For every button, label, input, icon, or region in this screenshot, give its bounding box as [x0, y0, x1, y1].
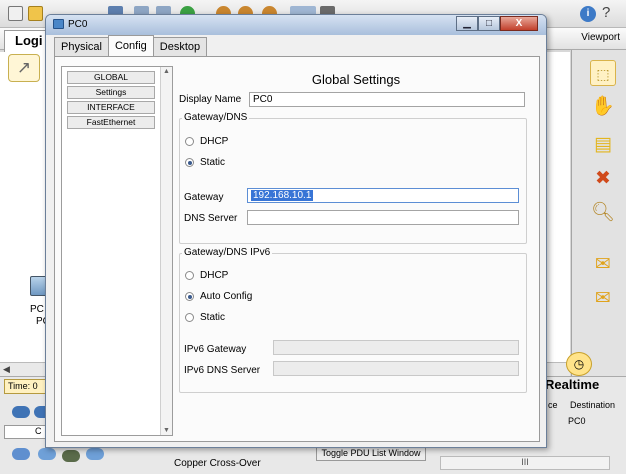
realtime-clock-icon[interactable]: ◷: [566, 352, 592, 376]
ipv6-gateway-label: IPv6 Gateway: [184, 344, 247, 355]
gateway-input[interactable]: 192.168.10.1: [247, 188, 519, 203]
inspect-icon[interactable]: 🔍︎: [590, 200, 616, 226]
gateway-label: Gateway: [184, 192, 224, 203]
pdu-column-header: ce: [548, 400, 558, 410]
nav-item-settings[interactable]: Settings: [67, 86, 155, 99]
time-display: Time: 0: [4, 379, 48, 394]
end-device-icon[interactable]: [12, 448, 30, 460]
ipv6-dhcp-radio[interactable]: [185, 271, 194, 280]
cable-type-label: Copper Cross-Over: [174, 458, 261, 469]
help-question-icon[interactable]: ?: [602, 4, 618, 22]
scroll-up-icon[interactable]: ▲: [163, 68, 170, 75]
pc-window-icon: [53, 19, 64, 29]
move-hand-icon[interactable]: ✋: [590, 94, 616, 120]
dhcp-radio[interactable]: [185, 137, 194, 146]
new-file-icon[interactable]: [8, 6, 23, 21]
delete-icon[interactable]: ✖: [590, 166, 616, 192]
gateway-dns-title: Gateway/DNS: [182, 112, 250, 123]
category-label: C: [4, 425, 46, 439]
minimize-button[interactable]: ▁: [456, 16, 478, 31]
display-name-input[interactable]: [249, 92, 525, 107]
logical-view-icon[interactable]: ↗: [8, 54, 40, 82]
dialog-tabs: Physical Config Desktop: [54, 35, 208, 56]
tab-config[interactable]: Config: [107, 35, 154, 56]
auto-config-label[interactable]: Auto Config: [200, 291, 252, 302]
select-icon[interactable]: ⬚: [590, 60, 616, 86]
dns-server-input[interactable]: [247, 210, 519, 225]
nav-item-fastethernet[interactable]: FastEthernet: [67, 116, 155, 129]
ipv6-gateway-input: [273, 340, 519, 355]
config-panel: GLOBAL Settings INTERFACE FastEthernet ▲…: [54, 56, 540, 442]
gateway-value: 192.168.10.1: [251, 190, 314, 201]
add-simple-pdu-icon[interactable]: ✉: [590, 252, 616, 278]
common-tools-panel: ⬚ ✋ ▤ ✖ 🔍︎ ✉ ✉: [571, 50, 626, 380]
gateway-dns-ipv6-title: Gateway/DNS IPv6: [182, 247, 273, 258]
static-label[interactable]: Static: [200, 157, 225, 168]
dialog-title-bar[interactable]: PC0 ▁ □ X: [46, 15, 546, 35]
ipv6-static-label[interactable]: Static: [200, 312, 225, 323]
close-button[interactable]: X: [500, 16, 538, 31]
dns-server-label: DNS Server: [184, 213, 238, 224]
pc-device-label: PC: [30, 304, 44, 315]
open-folder-icon[interactable]: [28, 6, 43, 21]
logical-tab[interactable]: Logi: [4, 30, 48, 52]
ipv6-dns-input: [273, 361, 519, 376]
dialog-title: PC0: [68, 19, 88, 30]
config-nav-list: GLOBAL Settings INTERFACE FastEthernet ▲…: [61, 66, 173, 436]
note-icon[interactable]: ▤: [590, 132, 616, 158]
dhcp-label[interactable]: DHCP: [200, 136, 228, 147]
pdu-destination-header: Destination: [570, 400, 616, 410]
pc0-dialog: PC0 ▁ □ X Physical Config Desktop GLOBAL…: [45, 14, 547, 448]
window-controls: ▁ □ X: [456, 16, 538, 32]
ipv6-static-radio[interactable]: [185, 313, 194, 322]
maximize-button[interactable]: □: [478, 16, 500, 31]
ipv6-dhcp-label[interactable]: DHCP: [200, 270, 228, 281]
connections-icon[interactable]: [62, 450, 80, 462]
tab-desktop[interactable]: Desktop: [152, 37, 208, 56]
nav-item-interface[interactable]: INTERFACE: [67, 101, 155, 114]
realtime-label[interactable]: Realtime: [545, 377, 599, 392]
static-radio[interactable]: [185, 158, 194, 167]
settings-title: Global Settings: [311, 72, 401, 87]
display-name-label: Display Name: [179, 94, 242, 105]
ipv6-dns-label: IPv6 DNS Server: [184, 365, 261, 376]
gateway-dns-group: [179, 118, 527, 244]
pdu-hscroll[interactable]: III: [440, 456, 610, 470]
add-complex-pdu-icon[interactable]: ✉: [590, 286, 616, 312]
wan-cloud-icon[interactable]: [86, 448, 104, 460]
nav-item-global[interactable]: GLOBAL: [67, 71, 155, 84]
auto-config-radio[interactable]: [185, 292, 194, 301]
info-icon[interactable]: i: [580, 6, 596, 22]
tab-physical[interactable]: Physical: [54, 37, 109, 56]
pdu-destination-cell: PC0: [568, 416, 586, 426]
nav-scrollbar[interactable]: ▲ ▼: [160, 67, 172, 435]
scroll-down-icon[interactable]: ▼: [163, 427, 170, 434]
router-category-icon[interactable]: [12, 406, 30, 418]
viewport-label[interactable]: Viewport: [581, 32, 620, 43]
wireless-icon[interactable]: [38, 448, 56, 460]
toggle-pdu-list-button[interactable]: Toggle PDU List Window: [316, 446, 426, 461]
